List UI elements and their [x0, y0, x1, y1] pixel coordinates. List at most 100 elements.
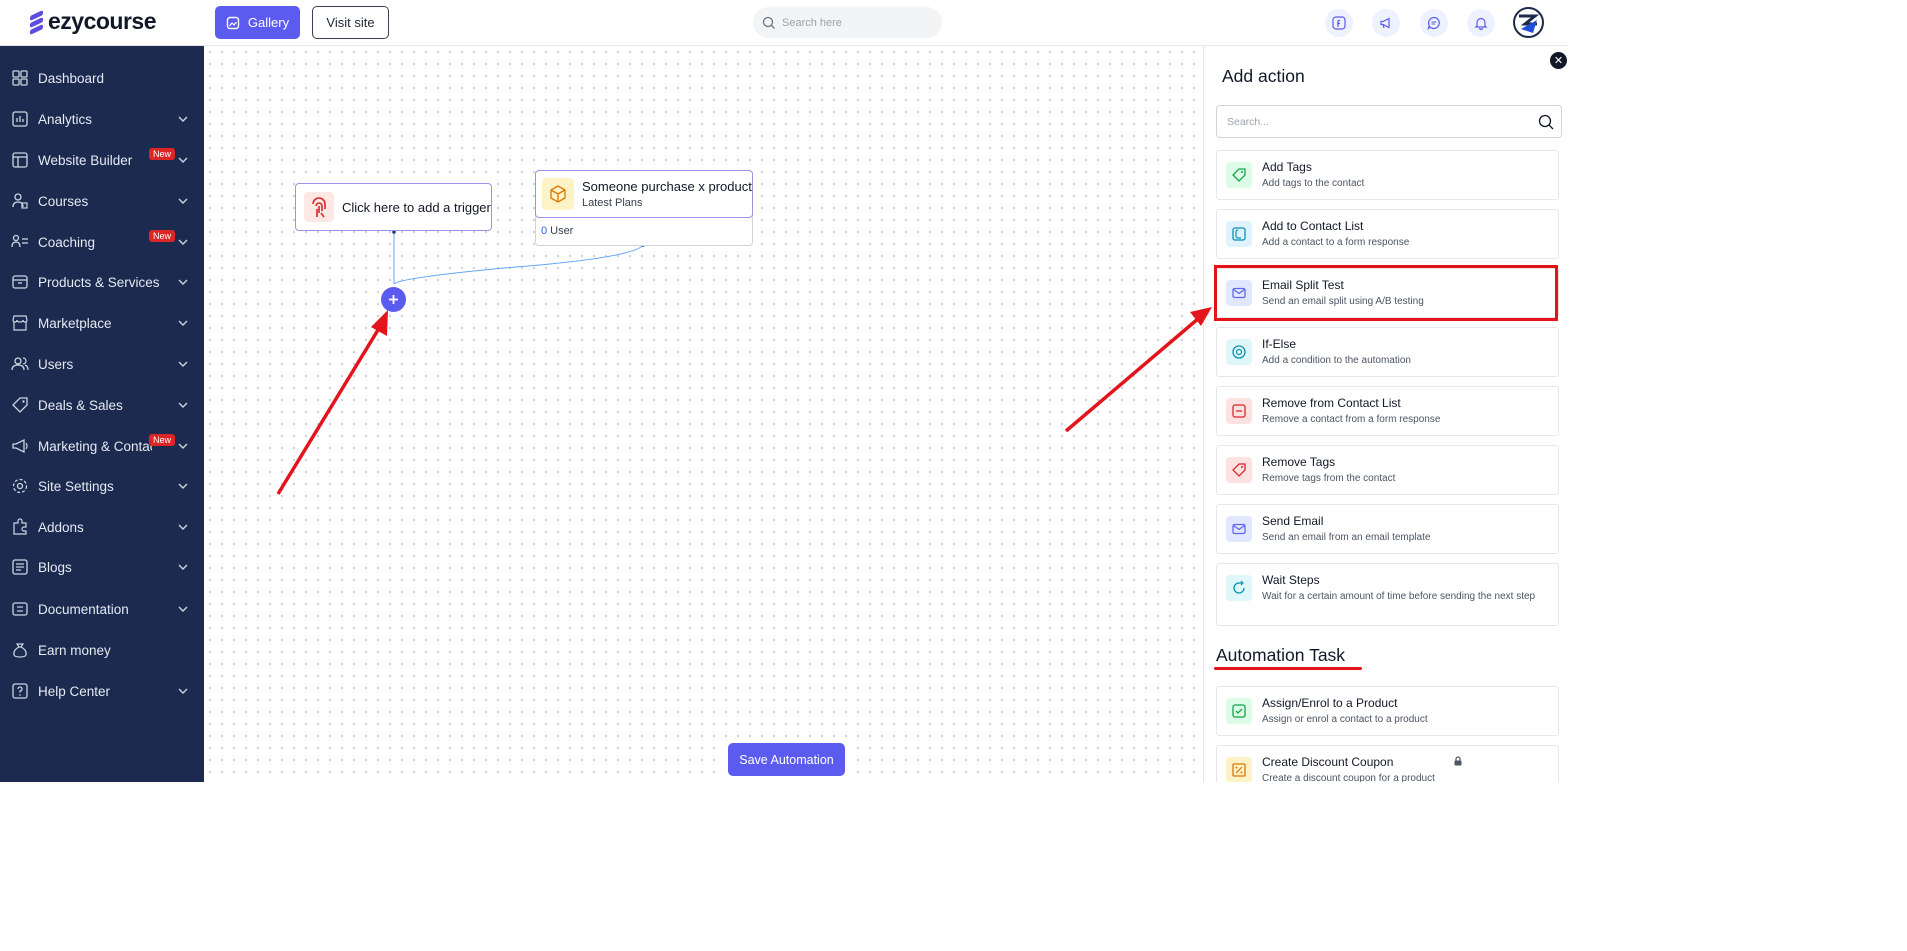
chevron-down-icon	[178, 688, 188, 694]
connector-lines	[392, 230, 645, 285]
action-search-input[interactable]: Search...	[1216, 105, 1562, 138]
sidebar-item-dashboard[interactable]: Dashboard	[0, 60, 204, 96]
settings-icon	[12, 478, 28, 494]
sidebar-item-label: Courses	[38, 193, 89, 209]
dashboard-icon	[12, 70, 28, 86]
plus-icon	[389, 295, 398, 304]
wait-icon	[1226, 575, 1252, 601]
sidebar-item-marketing-contacts[interactable]: Marketing & Contacts New	[0, 428, 204, 464]
add-trigger-card[interactable]: Click here to add a trigger	[295, 183, 492, 231]
chat-icon[interactable]	[1420, 9, 1448, 37]
coaching-icon	[11, 234, 28, 248]
new-badge: New	[149, 148, 176, 160]
help-icon	[12, 683, 28, 699]
chevron-down-icon	[178, 606, 188, 612]
sidebar-item-label: Documentation	[38, 601, 129, 617]
sidebar-item-products-services[interactable]: Products & Services	[0, 264, 204, 300]
sidebar-item-courses[interactable]: Courses	[0, 183, 204, 219]
action-description: Remove tags from the contact	[1262, 473, 1396, 484]
website-builder-icon	[12, 152, 28, 168]
sidebar-item-blogs[interactable]: Blogs	[0, 549, 204, 585]
sidebar-item-deals-sales[interactable]: Deals & Sales	[0, 387, 204, 423]
visit-site-button[interactable]: Visit site	[312, 6, 389, 39]
action-remove-tags[interactable]: Remove Tags Remove tags from the contact	[1216, 445, 1559, 495]
facebook-icon[interactable]	[1325, 9, 1353, 37]
action-send-email[interactable]: Send Email Send an email from an email t…	[1216, 504, 1559, 554]
sidebar-item-label: Products & Services	[38, 274, 160, 290]
analytics-icon	[12, 111, 28, 127]
task-create-discount-coupon[interactable]: Create Discount Coupon Create a discount…	[1216, 745, 1559, 782]
add-trigger-label: Click here to add a trigger	[342, 199, 491, 215]
sidebar-item-addons[interactable]: Addons	[0, 509, 204, 545]
task-assign-enrol-product[interactable]: Assign/Enrol to a Product Assign or enro…	[1216, 686, 1559, 736]
action-title: Add to Contact List	[1262, 219, 1364, 233]
trigger-event-user-count: 0 User	[541, 225, 573, 237]
trigger-event-header[interactable]: Someone purchase x product Latest Plans	[535, 170, 753, 218]
trigger-event-card[interactable]: Someone purchase x product Latest Plans …	[535, 170, 753, 246]
search-icon	[762, 16, 775, 29]
sidebar-item-help-center[interactable]: Help Center	[0, 673, 204, 709]
megaphone-icon[interactable]	[1372, 9, 1400, 37]
sidebar-item-analytics[interactable]: Analytics	[0, 101, 204, 137]
action-remove-from-contact-list[interactable]: Remove from Contact List Remove a contac…	[1216, 386, 1559, 436]
chevron-down-icon	[178, 320, 188, 326]
action-description: Create a discount coupon for a product	[1262, 773, 1435, 782]
sidebar-item-documentation[interactable]: Documentation	[0, 591, 204, 627]
chevron-down-icon	[178, 198, 188, 204]
action-add-to-contact-list[interactable]: Add to Contact List Add a contact to a f…	[1216, 209, 1559, 259]
action-description: Add a condition to the automation	[1262, 355, 1411, 366]
mail-icon	[1226, 516, 1252, 542]
sidebar-item-earn-money[interactable]: Earn money	[0, 632, 204, 668]
chevron-down-icon	[178, 483, 188, 489]
sidebar-item-label: Site Settings	[38, 478, 114, 494]
logo[interactable]: ezycourse	[28, 8, 157, 35]
global-search-placeholder: Search here	[782, 16, 842, 29]
save-automation-button[interactable]: Save Automation	[728, 743, 845, 776]
panel-title: Add action	[1222, 66, 1305, 86]
avatar-logo-icon	[1519, 14, 1540, 33]
trigger-event-subtitle: Latest Plans	[582, 197, 643, 209]
search-icon[interactable]	[1538, 114, 1554, 130]
action-add-tags[interactable]: Add Tags Add tags to the contact	[1216, 150, 1559, 200]
remove-tag-icon	[1226, 457, 1252, 483]
user-count-value: 0	[541, 225, 548, 237]
sidebar-item-label: Marketing & Contacts	[38, 438, 152, 454]
documentation-icon	[12, 602, 28, 616]
add-step-button[interactable]	[381, 287, 406, 312]
gallery-button[interactable]: Gallery	[215, 6, 300, 39]
addons-icon	[13, 518, 27, 535]
sidebar-item-marketplace[interactable]: Marketplace	[0, 305, 204, 341]
logo-mark-icon	[28, 9, 44, 35]
new-badge: New	[149, 230, 176, 242]
sidebar-item-label: Help Center	[38, 683, 111, 699]
chevron-down-icon	[178, 361, 188, 367]
action-wait-steps[interactable]: Wait Steps Wait for a certain amount of …	[1216, 563, 1559, 626]
earn-money-icon	[13, 643, 27, 658]
fingerprint-icon	[304, 192, 334, 222]
action-title: Send Email	[1262, 514, 1324, 528]
close-icon[interactable]: ✕	[1550, 52, 1567, 69]
lock-icon	[1454, 756, 1462, 766]
sidebar-item-coaching[interactable]: Coaching New	[0, 224, 204, 260]
sidebar-item-site-settings[interactable]: Site Settings	[0, 468, 204, 504]
sidebar-item-label: Deals & Sales	[38, 397, 123, 413]
bell-icon[interactable]	[1467, 9, 1495, 37]
chevron-down-icon	[178, 279, 188, 285]
automation-canvas[interactable]: Click here to add a trigger Someone purc…	[204, 46, 1203, 782]
sidebar-item-website-builder[interactable]: Website Builder New	[0, 142, 204, 178]
sidebar-item-users[interactable]: Users	[0, 346, 204, 382]
sidebar-item-label: Blogs	[38, 559, 72, 575]
top-bar: ezycourse Gallery Visit site Search here	[0, 0, 1568, 46]
chevron-down-icon	[178, 239, 188, 245]
blogs-icon	[12, 559, 28, 575]
action-title: If-Else	[1262, 337, 1297, 351]
user-count-label: User	[550, 225, 574, 237]
action-if-else[interactable]: If-Else Add a condition to the automatio…	[1216, 327, 1559, 377]
avatar[interactable]	[1513, 7, 1544, 38]
action-description: Send an email from an email template	[1262, 532, 1431, 543]
tag-icon	[1226, 162, 1252, 188]
global-search-input[interactable]: Search here	[753, 7, 942, 38]
visit-site-label: Visit site	[326, 15, 375, 30]
marketing-icon	[12, 438, 28, 454]
chevron-down-icon	[178, 564, 188, 570]
